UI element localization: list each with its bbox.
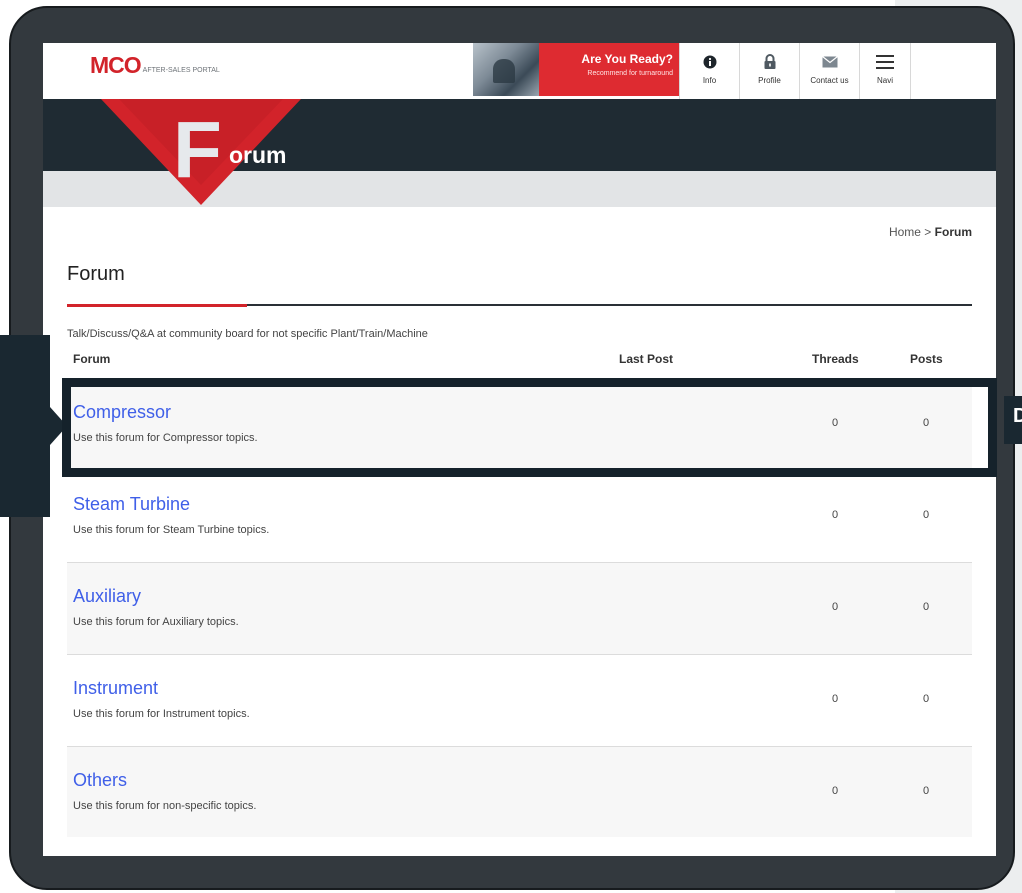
- forum-row-others[interactable]: Others Use this forum for non-specific t…: [67, 747, 972, 837]
- top-header: MCO AFTER-SALES PORTAL Are You Ready? Re…: [43, 43, 996, 99]
- hero-letter: F: [173, 115, 222, 179]
- post-count: 0: [923, 785, 930, 797]
- forum-description: Use this forum for Auxiliary topics.: [73, 616, 239, 628]
- breadcrumb-current: Forum: [934, 225, 972, 239]
- hamburger-menu-icon: [876, 53, 894, 71]
- callout-right-letter: D: [1013, 405, 1022, 427]
- forum-description: Use this forum for Instrument topics.: [73, 708, 250, 720]
- forum-link-auxiliary[interactable]: Auxiliary: [73, 586, 141, 607]
- forum-row-auxiliary[interactable]: Auxiliary Use this forum for Auxiliary t…: [67, 563, 972, 655]
- banner-title: Are You Ready?: [581, 52, 673, 66]
- forum-row-compressor[interactable]: Compressor Use this forum for Compressor…: [67, 379, 972, 471]
- banner-photo: [473, 43, 539, 96]
- post-count: 0: [923, 601, 930, 613]
- callout-arrow-icon: [50, 407, 67, 445]
- forum-list: Compressor Use this forum for Compressor…: [67, 379, 972, 837]
- tutorial-callout-left: [0, 335, 50, 517]
- forum-row-steam-turbine[interactable]: Steam Turbine Use this forum for Steam T…: [67, 471, 972, 563]
- nav-info-label: Info: [702, 76, 717, 85]
- forum-description: Use this forum for Steam Turbine topics.: [73, 524, 270, 536]
- header-forum: Forum: [73, 352, 111, 366]
- top-nav: Info Profile Contact us Navi: [679, 43, 911, 99]
- nav-info[interactable]: Info: [679, 43, 739, 99]
- banner-text-area: Are You Ready? Recommend for turnaround: [539, 43, 679, 96]
- thread-count: 0: [832, 509, 839, 521]
- mail-icon: [821, 53, 838, 71]
- nav-profile[interactable]: Profile: [739, 43, 799, 99]
- forum-description: Use this forum for Compressor topics.: [73, 432, 258, 444]
- breadcrumb-home[interactable]: Home: [889, 225, 921, 239]
- banner-subtitle: Recommend for turnaround: [587, 70, 673, 77]
- forum-row-instrument[interactable]: Instrument Use this forum for Instrument…: [67, 655, 972, 747]
- nav-menu[interactable]: Navi: [859, 43, 911, 99]
- title-divider-accent: [67, 304, 247, 307]
- header-threads: Threads: [812, 352, 859, 366]
- thread-count: 0: [832, 785, 839, 797]
- header-last-post: Last Post: [619, 352, 674, 366]
- page-title: Forum: [67, 263, 125, 285]
- lock-icon: [763, 53, 777, 71]
- post-count: 0: [923, 417, 930, 429]
- breadcrumb: Home > Forum: [889, 225, 972, 239]
- promo-banner[interactable]: Are You Ready? Recommend for turnaround: [473, 43, 679, 96]
- forum-link-steam-turbine[interactable]: Steam Turbine: [73, 494, 190, 515]
- nav-contact[interactable]: Contact us: [799, 43, 859, 99]
- breadcrumb-separator: >: [924, 225, 932, 239]
- nav-profile-label: Profile: [758, 76, 781, 85]
- tutorial-callout-right: D: [1004, 396, 1022, 444]
- hero-word: orum: [229, 142, 287, 168]
- forum-link-compressor[interactable]: Compressor: [73, 402, 171, 423]
- thread-count: 0: [832, 417, 839, 429]
- portal-screen: MCO AFTER-SALES PORTAL Are You Ready? Re…: [43, 43, 996, 856]
- logo-tagline: AFTER-SALES PORTAL: [142, 67, 220, 74]
- forum-link-instrument[interactable]: Instrument: [73, 678, 158, 699]
- info-icon: [703, 53, 717, 71]
- forum-link-others[interactable]: Others: [73, 770, 127, 791]
- header-posts: Posts: [910, 352, 943, 366]
- page-description: Talk/Discuss/Q&A at community board for …: [67, 328, 428, 340]
- hero-letter-graphic: F: [173, 115, 222, 179]
- post-count: 0: [923, 509, 930, 521]
- forum-description: Use this forum for non-specific topics.: [73, 800, 257, 812]
- nav-contact-label: Contact us: [810, 76, 849, 85]
- nav-menu-label: Navi: [876, 76, 893, 85]
- thread-count: 0: [832, 693, 839, 705]
- table-header: Forum Last Post Threads Posts: [67, 348, 972, 372]
- post-count: 0: [923, 693, 930, 705]
- mco-logo[interactable]: MCO AFTER-SALES PORTAL: [90, 52, 220, 79]
- logo-brand: MCO: [90, 52, 142, 78]
- thread-count: 0: [832, 601, 839, 613]
